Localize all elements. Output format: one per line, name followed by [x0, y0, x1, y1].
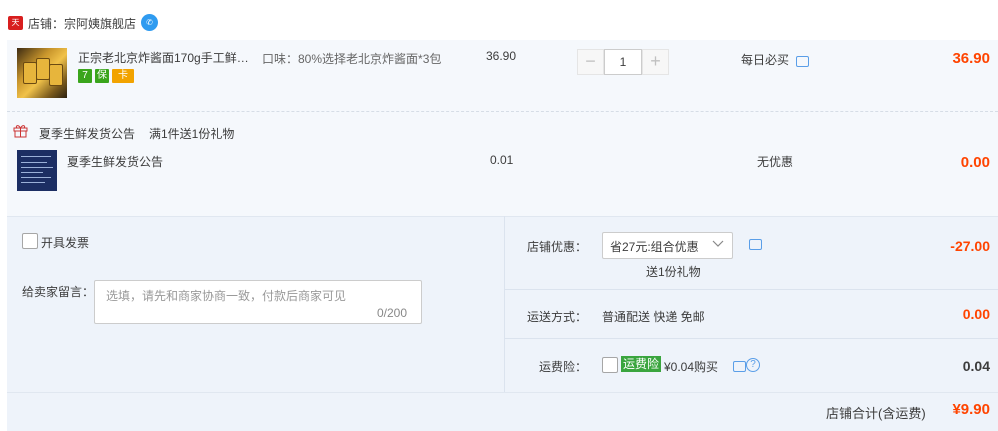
comment-icon[interactable] [749, 239, 762, 250]
gift-icon [13, 123, 28, 138]
shop-total-amount: ¥9.90 [952, 401, 990, 418]
divider [505, 289, 998, 290]
gift-subtotal: 0.00 [960, 154, 990, 171]
discount-amount: -27.00 [950, 238, 990, 254]
item-subtotal: 36.90 [952, 50, 990, 67]
guarantee-icon[interactable]: 保 [95, 69, 109, 83]
shop-total-label: 店铺合计(含运费) [826, 406, 926, 421]
decrease-button[interactable]: − [577, 49, 604, 75]
shop-discount-label: 店铺优惠： [527, 240, 588, 254]
shipping-amount: 0.00 [962, 306, 990, 322]
message-char-count: 0/200 [377, 306, 408, 320]
increase-button[interactable]: + [642, 49, 669, 75]
quantity-input[interactable]: 1 [604, 49, 642, 75]
chevron-down-icon[interactable] [712, 238, 724, 253]
gift-description: 满1件送1份礼物 [149, 127, 235, 141]
tmall-icon: 天猫 [8, 16, 23, 41]
panel-divider [504, 216, 505, 392]
invoice-checkbox[interactable] [22, 233, 38, 249]
shop-name-link[interactable]: 店铺：宗阿姨旗舰店 [28, 15, 136, 32]
message-placeholder: 选填，请先和商家协商一致，付款后商家可见 [106, 289, 347, 303]
shipping-method: 普通配送 快递 免邮 [602, 310, 705, 324]
comment-icon[interactable] [733, 361, 746, 372]
insurance-checkbox[interactable] [602, 357, 618, 373]
unit-price: 36.90 [486, 49, 517, 63]
comment-icon[interactable] [796, 56, 809, 67]
seven-day-return-icon[interactable]: 7 [78, 69, 92, 83]
quantity-stepper: − 1 + [577, 49, 669, 75]
gift-thumbnail[interactable] [17, 150, 57, 191]
insurance-label: 运费险： [539, 360, 588, 374]
insurance-amount: 0.04 [962, 358, 990, 374]
invoice-label[interactable]: 开具发票 [41, 234, 89, 251]
service-icons: 7 保 卡 [78, 69, 134, 83]
product-thumbnail[interactable] [17, 48, 67, 98]
shipping-label: 运送方式： [527, 310, 588, 324]
card-payment-icon[interactable]: 卡 [112, 69, 134, 83]
gift-promo-label: 无优惠 [757, 155, 794, 169]
product-title-link[interactable]: 正宗老北京炸酱面170g手工鲜… [78, 49, 256, 66]
help-icon[interactable]: ? [746, 358, 760, 372]
gift-item-title[interactable]: 夏季生鲜发货公告 [67, 153, 163, 170]
discount-selected-value[interactable]: 省27元:组合优惠 [610, 238, 699, 255]
message-label: 给卖家留言： [22, 285, 95, 299]
gift-title: 夏季生鲜发货公告 [39, 127, 136, 141]
discount-gift-note: 送1份礼物 [646, 265, 701, 279]
insurance-price: ¥0.04购买 [664, 360, 719, 374]
gift-unit-price: 0.01 [490, 153, 514, 167]
insurance-badge: 运费险 [621, 356, 662, 372]
divider [505, 338, 998, 339]
product-sku: 口味：80%选择老北京炸酱面*3包 [262, 52, 442, 66]
promo-label: 每日必买 [741, 53, 790, 67]
wangwang-chat-icon[interactable]: ✆ [141, 14, 158, 31]
